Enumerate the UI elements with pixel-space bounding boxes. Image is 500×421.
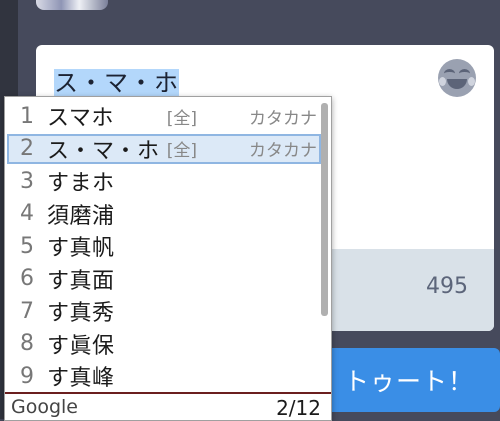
toot-button[interactable]: トゥート！: [318, 348, 500, 412]
toot-button-label: トゥート！: [344, 367, 475, 396]
ime-candidate-number: 2: [20, 136, 34, 161]
compose-textarea[interactable]: ス・マ・ホ: [54, 63, 179, 100]
ime-brand-label: Google: [11, 396, 79, 418]
laughing-tears-emoji-icon: [444, 69, 455, 78]
ime-candidate-text: す真秀: [47, 301, 115, 326]
ime-candidate[interactable]: 4 須磨浦: [7, 199, 321, 229]
avatar[interactable]: [36, 0, 108, 10]
ime-candidate[interactable]: 6 す真面: [7, 264, 321, 294]
ime-candidate[interactable]: 8 す眞保: [7, 329, 321, 359]
ime-candidate-text: す眞保: [47, 333, 115, 359]
ime-candidate-text: すまホ: [47, 171, 115, 196]
ime-candidate[interactable]: 3 すまホ: [7, 166, 321, 197]
ime-candidate-number: 1: [20, 103, 34, 129]
ime-scrollbar[interactable]: [321, 103, 328, 316]
ime-candidate-number: 9: [20, 363, 34, 389]
ime-divider: [5, 392, 331, 394]
ime-candidate[interactable]: 1 スマホ [全] カタカナ: [7, 101, 321, 132]
emoji-picker-button[interactable]: [438, 59, 476, 97]
composition-text: ス・マ・ホ: [54, 69, 179, 97]
ime-candidate[interactable]: 2 ス・マ・ホ [全] カタカナ: [7, 133, 321, 164]
ime-candidate-text: 須磨浦: [47, 203, 115, 229]
ime-candidate-number: 6: [20, 266, 34, 291]
ime-candidate-width-tag: [全]: [166, 108, 197, 129]
ime-candidate-text: す真峰: [47, 366, 115, 391]
ime-candidate-number: 7: [20, 298, 34, 324]
ime-candidate-text: す真面: [47, 268, 115, 294]
ime-candidate-number: 3: [20, 168, 34, 194]
ime-candidate-kind: カタカナ: [249, 108, 317, 129]
ime-candidate-width-tag: [全]: [166, 141, 197, 161]
ime-candidate-number: 4: [20, 201, 34, 226]
emoji-tear: [468, 77, 475, 86]
emoji-eye: [459, 69, 470, 78]
ime-candidate[interactable]: 5 す真帆: [7, 231, 321, 262]
ime-candidate[interactable]: 9 す真峰: [7, 361, 321, 392]
ime-candidate-text: す真帆: [47, 236, 115, 261]
emoji-tear: [439, 77, 446, 86]
ime-candidate-text: スマホ: [47, 106, 114, 131]
ime-candidate-number: 8: [20, 331, 34, 356]
ime-candidate-kind: カタカナ: [249, 141, 317, 161]
ime-candidate[interactable]: 7 す真秀: [7, 296, 321, 327]
emoji-mouth: [447, 79, 467, 89]
ime-candidate-text: ス・マ・ホ: [47, 138, 160, 164]
ime-candidate-number: 5: [20, 233, 34, 259]
character-counter: 495: [426, 274, 468, 299]
ime-candidate-window: 1 スマホ [全] カタカナ 2 ス・マ・ホ [全] カタカナ 3 すまホ 4 須磨浦 5 す真帆 6 す真面…: [4, 96, 332, 421]
ime-page-indicator: 2/12: [276, 396, 321, 420]
